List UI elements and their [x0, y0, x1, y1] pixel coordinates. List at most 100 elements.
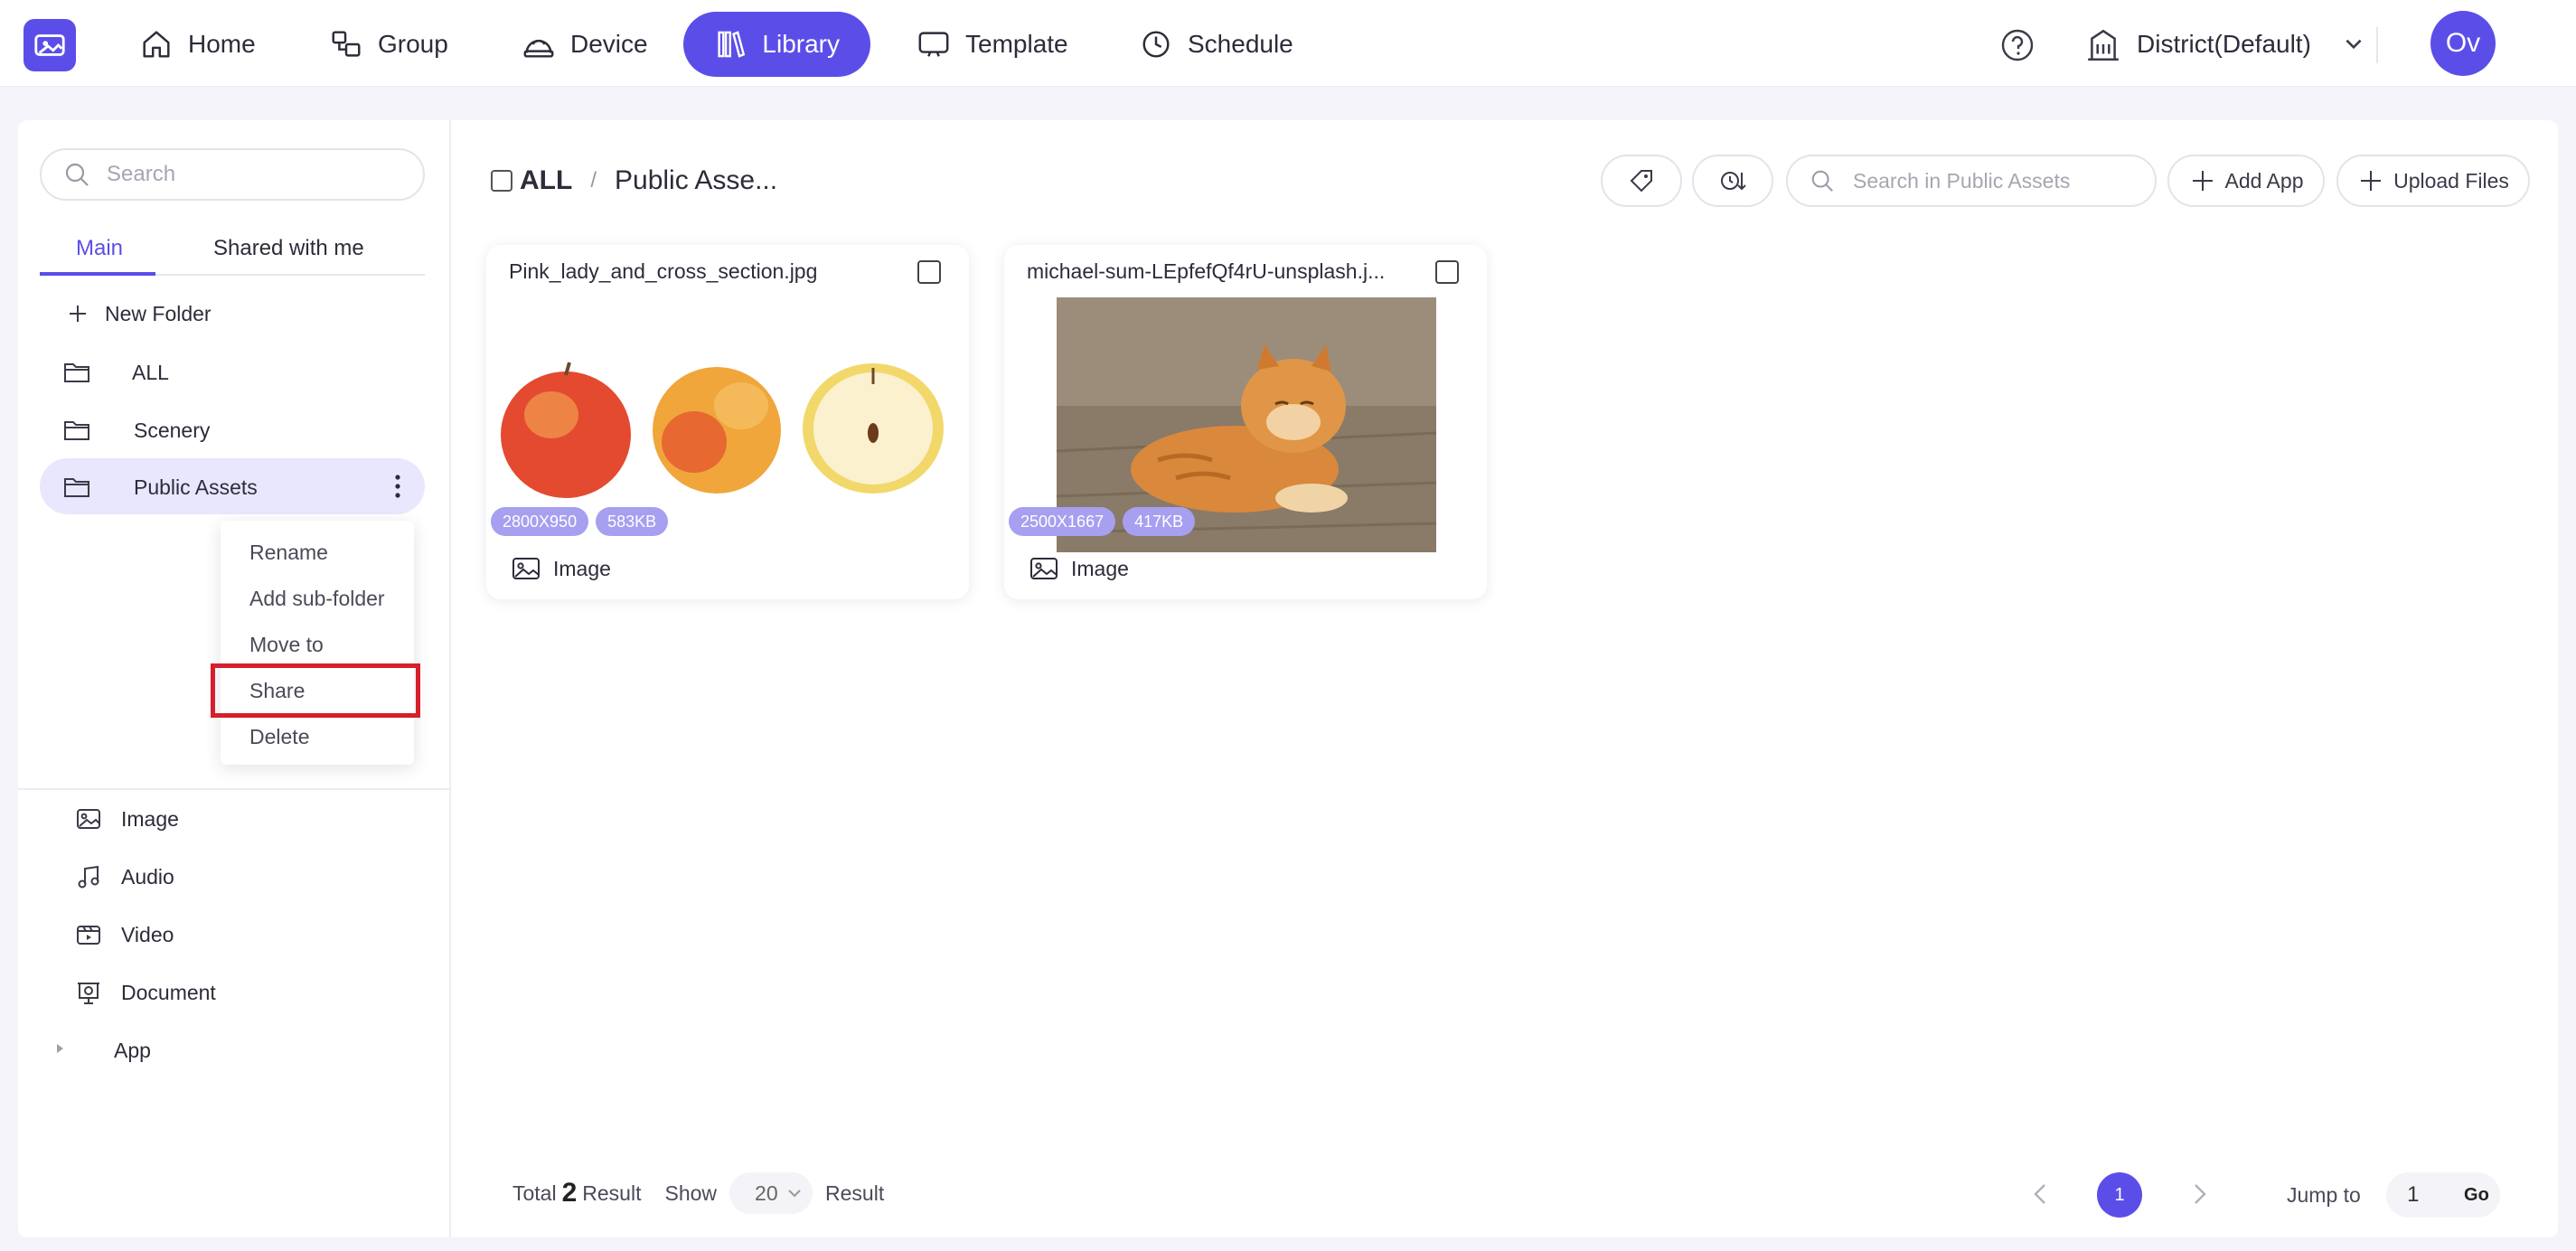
asset-card[interactable]: michael-sum-LEpfefQf4rU-unsplash.j... 25… — [1004, 245, 1487, 599]
chevron-down-icon — [788, 1190, 801, 1198]
asset-badges: 2800X950 583KB — [491, 507, 669, 536]
asset-type-label: Image — [553, 556, 611, 580]
nav-schedule[interactable]: Schedule — [1108, 12, 1324, 77]
sort-button[interactable] — [1692, 155, 1773, 207]
folder-item-scenery[interactable]: Scenery — [40, 401, 425, 457]
menu-item-rename[interactable]: Rename — [221, 530, 414, 575]
type-label: Document — [121, 980, 216, 1004]
folder-label: Scenery — [134, 419, 211, 442]
schedule-icon — [1142, 31, 1170, 58]
sidebar-search-input[interactable] — [107, 162, 405, 187]
app-logo[interactable] — [24, 19, 76, 71]
jump-box: Go — [2385, 1172, 2500, 1218]
nav-group-label: Group — [378, 30, 448, 58]
menu-item-delete[interactable]: Delete — [221, 714, 414, 759]
result-summary: Total 2 Result Show 20 Result — [512, 1172, 885, 1214]
menu-item-share[interactable]: Share — [211, 663, 420, 718]
library-icon — [718, 31, 746, 58]
sidebar-tabs: Main Shared with me — [40, 229, 425, 276]
show-suffix: Result — [825, 1180, 885, 1205]
sidebar-search[interactable] — [40, 148, 425, 201]
type-filter-document[interactable]: Document — [76, 974, 216, 1011]
add-app-button[interactable]: Add App — [2167, 155, 2325, 207]
dimension-badge: 2800X950 — [491, 507, 589, 536]
select-all-checkbox[interactable] — [491, 170, 512, 192]
nav-schedule-label: Schedule — [1188, 30, 1293, 58]
page-size-value: 20 — [755, 1180, 778, 1205]
breadcrumb-current: Public Asse... — [615, 165, 778, 195]
nav-library[interactable]: Library — [683, 12, 870, 77]
page-number-current[interactable]: 1 — [2097, 1172, 2142, 1218]
nav-home[interactable]: Home — [108, 12, 287, 77]
main-content: ALL / Public Asse... Add App Upload File… — [451, 120, 2558, 1237]
building-icon — [2088, 29, 2119, 61]
type-filter-video[interactable]: Video — [76, 917, 174, 953]
home-icon — [143, 31, 170, 58]
nav-template[interactable]: Template — [886, 12, 1099, 77]
nav-template-label: Template — [965, 30, 1068, 58]
plus-icon — [70, 306, 86, 322]
breadcrumb-root[interactable]: ALL — [520, 165, 572, 196]
nav-device-label: Device — [570, 30, 648, 58]
plus-icon — [2192, 171, 2213, 191]
nav-home-label: Home — [188, 30, 256, 58]
asset-card[interactable]: Pink_lady_and_cross_section.jpg 2800X950… — [486, 245, 969, 599]
page-size-select[interactable]: 20 — [729, 1172, 813, 1214]
asset-checkbox[interactable] — [1435, 260, 1459, 284]
tab-main[interactable]: Main — [76, 236, 123, 261]
asset-type: Image — [1029, 552, 1129, 585]
jump-to-page: Jump to Go — [2287, 1172, 2500, 1218]
avatar[interactable]: Ov — [2430, 11, 2496, 76]
total-count: 2 — [561, 1178, 578, 1208]
new-folder-button[interactable]: New Folder — [67, 297, 212, 330]
asset-search-input[interactable] — [1853, 168, 2142, 193]
image-icon — [512, 558, 540, 579]
menu-item-add-sub-folder[interactable]: Add sub-folder — [221, 576, 414, 621]
top-nav-bar: Home Group Device Library Template Sched… — [0, 0, 2576, 87]
chevron-down-icon — [2346, 39, 2362, 50]
asset-name: Pink_lady_and_cross_section.jpg — [509, 259, 818, 283]
folder-context-menu: Rename Add sub-folder Move to Share Dele… — [211, 521, 420, 765]
asset-search[interactable] — [1786, 155, 2157, 207]
help-icon[interactable] — [1999, 27, 2035, 63]
type-filter-audio[interactable]: Audio — [76, 859, 174, 895]
breadcrumb-separator: / — [590, 168, 597, 193]
topbar-divider — [2376, 27, 2378, 63]
type-label: Audio — [121, 864, 174, 889]
jump-page-input[interactable] — [2385, 1182, 2440, 1208]
chevron-right-icon[interactable] — [2185, 1180, 2214, 1209]
more-options-icon[interactable] — [392, 473, 403, 500]
asset-name: michael-sum-LEpfefQf4rU-unsplash.j... — [1027, 259, 1386, 283]
nav-group[interactable]: Group — [298, 12, 479, 77]
folder-item-all[interactable]: ALL — [40, 343, 425, 400]
type-filter-image[interactable]: Image — [76, 801, 179, 837]
plus-icon — [2361, 171, 2382, 191]
tag-icon — [1630, 170, 1652, 193]
size-badge: 583KB — [596, 507, 669, 536]
district-label: District(Default) — [2137, 30, 2311, 58]
menu-item-move-to[interactable]: Move to — [221, 622, 414, 667]
tag-button[interactable] — [1601, 155, 1682, 207]
show-label: Show — [664, 1180, 718, 1205]
go-button[interactable]: Go — [2464, 1185, 2489, 1206]
upload-files-label: Upload Files — [2393, 168, 2509, 193]
logo-icon — [34, 34, 65, 56]
total-prefix: Total — [512, 1180, 557, 1205]
tab-shared-with-me[interactable]: Shared with me — [213, 236, 364, 261]
app-caret-icon[interactable] — [54, 1042, 65, 1055]
sidebar-divider — [18, 788, 449, 790]
document-icon — [78, 983, 99, 1004]
video-icon — [77, 926, 100, 945]
asset-checkbox[interactable] — [917, 260, 941, 284]
total-suffix: Result — [582, 1180, 642, 1205]
folder-label: ALL — [132, 361, 169, 384]
asset-type-label: Image — [1071, 556, 1129, 580]
folder-label: Public Assets — [134, 475, 258, 499]
type-filter-app[interactable]: App — [114, 1032, 151, 1068]
district-selector[interactable]: District(Default) — [2084, 24, 2365, 65]
sort-time-icon — [1721, 172, 1746, 191]
chevron-left-icon[interactable] — [2026, 1180, 2055, 1209]
folder-item-public-assets[interactable]: Public Assets — [40, 458, 425, 514]
nav-device[interactable]: Device — [491, 12, 679, 77]
upload-files-button[interactable]: Upload Files — [2336, 155, 2530, 207]
